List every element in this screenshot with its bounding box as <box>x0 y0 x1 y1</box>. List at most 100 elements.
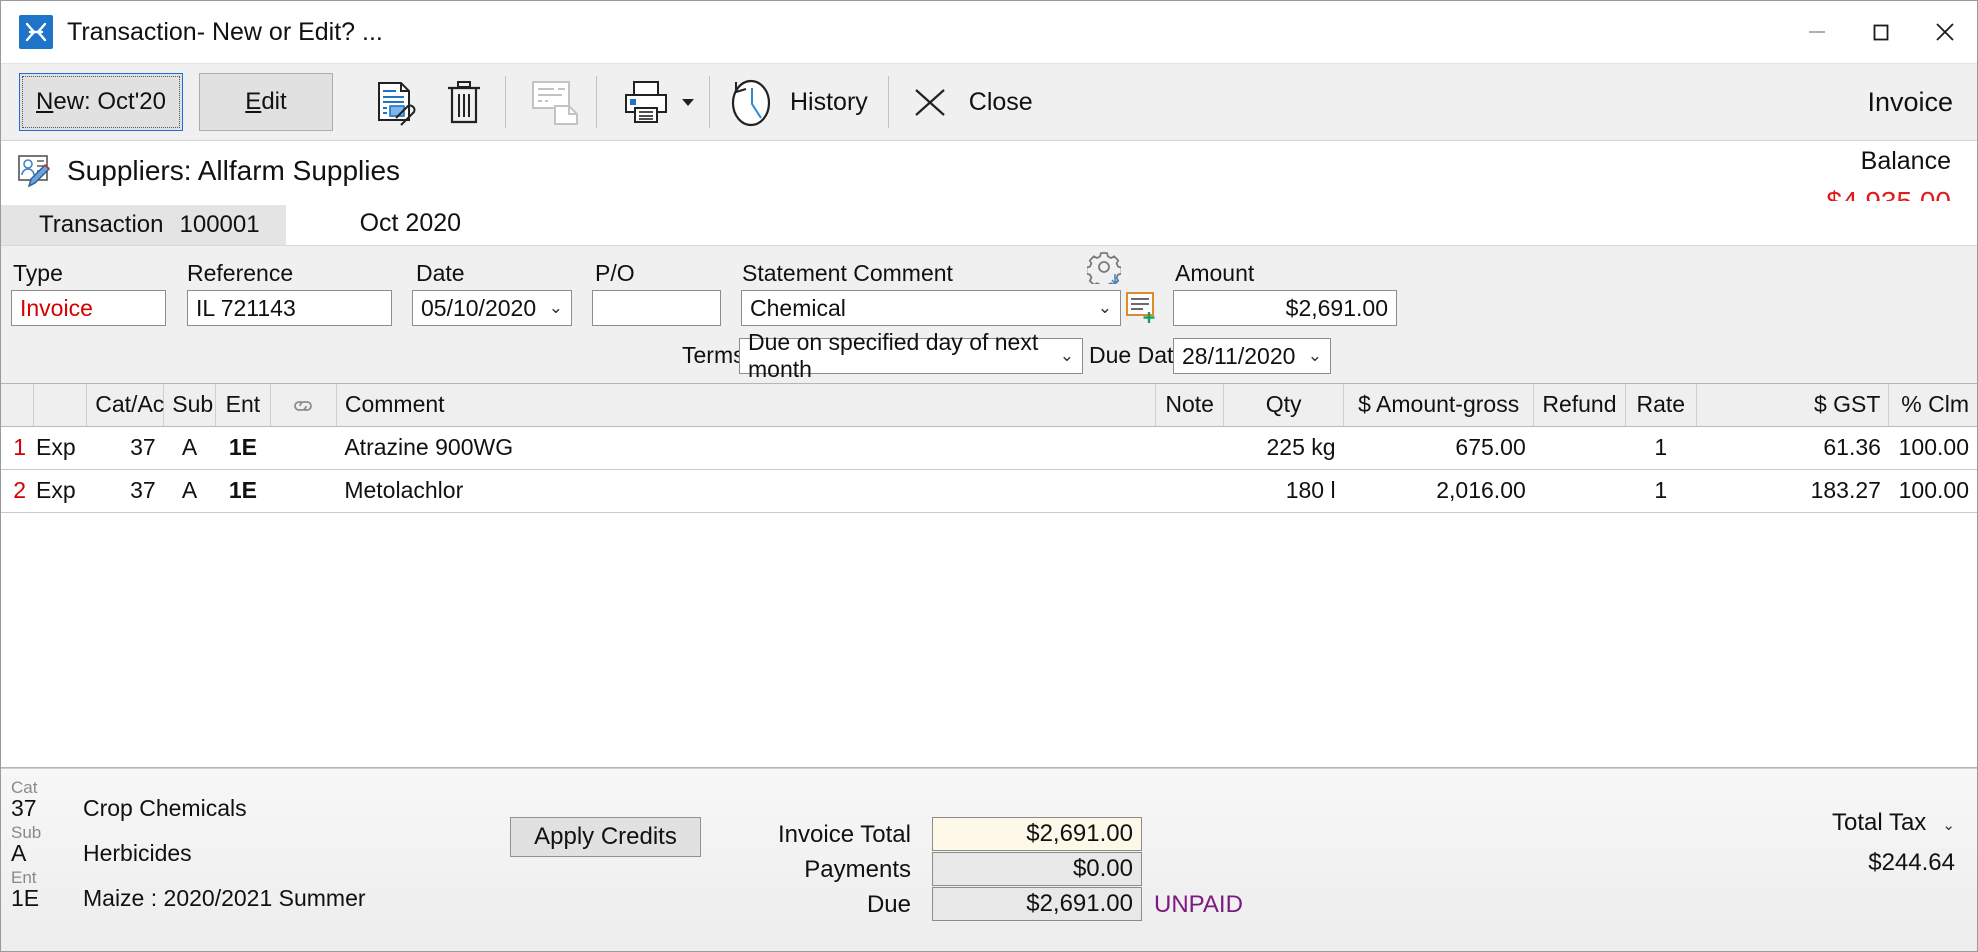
row-number-value: 1 <box>13 434 26 460</box>
table-row[interactable]: 2 Exp 37 A 1E Metolachlor 180 l 2,016.00… <box>1 469 1977 513</box>
cell-catac[interactable]: 37 <box>86 426 164 470</box>
legend-row-ent: Ent 1E Maize : 2020/2021 Summer <box>11 869 366 910</box>
edit-button[interactable]: Edit <box>198 73 333 131</box>
payments-label: Payments <box>804 856 911 883</box>
col-header-gst[interactable]: $ GST <box>1696 384 1890 427</box>
cell-ent[interactable]: 1E <box>215 426 271 470</box>
cell-refund[interactable] <box>1533 426 1626 470</box>
table-row[interactable]: 1 Exp 37 A 1E Atrazine 900WG 225 kg 675.… <box>1 426 1977 470</box>
close-x-icon <box>899 71 961 133</box>
cell-clm[interactable]: 100.00 <box>1888 426 1977 470</box>
payments-field[interactable]: $0.00 <box>932 852 1142 886</box>
cell-sub[interactable]: A <box>163 426 216 470</box>
apply-credits-button[interactable]: Apply Credits <box>510 817 701 857</box>
grid-empty-area[interactable] <box>1 512 1977 768</box>
legend-description-cat: Crop Chemicals <box>83 795 247 821</box>
col-header-catac[interactable]: Cat/Ac <box>86 384 164 427</box>
po-label: P/O <box>595 260 635 286</box>
statement-comment-field[interactable]: Chemical ⌄ <box>741 290 1121 326</box>
col-header-note[interactable]: Note <box>1155 384 1225 427</box>
cell-refund[interactable] <box>1533 469 1626 513</box>
col-header-rate[interactable]: Rate <box>1625 384 1698 427</box>
print-icon[interactable] <box>615 71 677 133</box>
cell-rate[interactable]: 1 <box>1625 426 1697 470</box>
col-header-link-icon[interactable] <box>270 384 337 427</box>
due-field[interactable]: $2,691.00 <box>932 887 1142 921</box>
cell-note[interactable] <box>1155 426 1224 470</box>
supplier-card-icon <box>17 153 53 189</box>
amount-label: Amount <box>1175 260 1255 286</box>
row-number-value: 2 <box>13 477 26 503</box>
cell-qty[interactable]: 180 l <box>1223 469 1344 513</box>
col-header-sub[interactable]: Sub <box>163 384 216 427</box>
statement-comment-chevron-down-icon[interactable]: ⌄ <box>1090 298 1112 318</box>
minimize-icon[interactable] <box>1785 1 1849 63</box>
reference-field[interactable]: IL 721143 <box>187 290 392 326</box>
terms-field[interactable]: Due on specified day of next month ⌄ <box>739 329 1083 382</box>
date-field[interactable]: 05/10/2020 ⌄ <box>412 290 572 326</box>
document-attach-icon[interactable] <box>363 71 425 133</box>
footer-panel: Cat 37 Crop Chemicals Sub A Herbicides E… <box>1 768 1977 951</box>
col-header-type[interactable] <box>33 384 88 427</box>
tab-transaction-number: 100001 <box>179 211 260 238</box>
close-toolbar-button[interactable]: Close <box>899 71 1043 133</box>
legend-key-sub: Sub A <box>11 824 77 865</box>
legend-code-ent: 1E <box>11 885 40 911</box>
cell-link[interactable] <box>270 469 337 513</box>
cell-catac[interactable]: 37 <box>86 469 164 513</box>
toolbar-separator-3 <box>708 76 710 128</box>
invoice-total-field[interactable]: $2,691.00 <box>932 817 1142 851</box>
total-tax-chevron-down-icon[interactable]: ⌄ <box>1942 817 1955 834</box>
close-toolbar-label: Close <box>968 87 1033 116</box>
cell-ent[interactable]: 1E <box>215 469 271 513</box>
total-tax-header[interactable]: Total Tax ⌄ <box>1832 809 1955 837</box>
cell-note[interactable] <box>1155 469 1224 513</box>
close-icon[interactable] <box>1913 1 1977 63</box>
new-button[interactable]: New: Oct'20 <box>19 73 183 131</box>
chevron-down-icon[interactable]: ⌄ <box>541 298 563 318</box>
cell-gst[interactable]: 61.36 <box>1696 426 1889 470</box>
maximize-icon[interactable] <box>1849 1 1913 63</box>
terms-chevron-down-icon[interactable]: ⌄ <box>1052 346 1074 366</box>
trash-icon[interactable] <box>433 71 495 133</box>
cell-comment[interactable]: Metolachlor <box>336 469 1156 513</box>
amount-field[interactable]: $2,691.00 <box>1173 290 1397 326</box>
cell-gst[interactable]: 183.27 <box>1696 469 1889 513</box>
total-tax-label: Total Tax <box>1832 809 1927 836</box>
tab-transaction[interactable]: Transaction 100001 <box>1 205 286 245</box>
cell-qty[interactable]: 225 kg <box>1223 426 1344 470</box>
cell-link[interactable] <box>270 426 337 470</box>
col-header-rownum[interactable] <box>1 384 35 427</box>
col-header-amount-gross[interactable]: $ Amount-gross <box>1343 384 1535 427</box>
edit-button-label: dit <box>261 88 287 115</box>
tab-transaction-label: Transaction <box>39 211 164 238</box>
col-header-qty[interactable]: Qty <box>1223 384 1345 427</box>
app-logo-icon <box>19 15 53 49</box>
gear-download-icon[interactable] <box>1085 250 1123 290</box>
cell-sub[interactable]: A <box>163 469 216 513</box>
po-field[interactable] <box>592 290 721 326</box>
cell-clm[interactable]: 100.00 <box>1888 469 1977 513</box>
cell-amount-gross[interactable]: 675.00 <box>1343 426 1534 470</box>
cell-type[interactable]: Exp <box>33 469 87 513</box>
col-header-refund[interactable]: Refund <box>1533 384 1626 427</box>
code-legend: Cat 37 Crop Chemicals Sub A Herbicides E… <box>11 779 366 914</box>
type-field[interactable]: Invoice <box>11 290 166 326</box>
window-title: Transaction- New or Edit? ... <box>67 17 383 46</box>
col-header-ent[interactable]: Ent <box>215 384 271 427</box>
cell-rate[interactable]: 1 <box>1625 469 1697 513</box>
col-header-comment[interactable]: Comment <box>336 384 1157 427</box>
cell-type[interactable]: Exp <box>33 426 87 470</box>
cell-comment[interactable]: Atrazine 900WG <box>336 426 1156 470</box>
date-value: 05/10/2020 <box>421 294 537 321</box>
add-note-icon[interactable] <box>1125 290 1159 324</box>
amount-value: $2,691.00 <box>1285 294 1388 321</box>
col-header-clm[interactable]: % Clm <box>1888 384 1977 427</box>
print-dropdown-icon[interactable] <box>677 71 699 133</box>
due-date-chevron-down-icon[interactable]: ⌄ <box>1300 346 1322 366</box>
legend-caption-sub: Sub <box>11 823 42 842</box>
cell-amount-gross[interactable]: 2,016.00 <box>1343 469 1534 513</box>
due-date-field[interactable]: 28/11/2020 ⌄ <box>1173 338 1331 374</box>
copy-document-icon[interactable] <box>524 71 586 133</box>
history-button[interactable]: History <box>720 71 878 133</box>
